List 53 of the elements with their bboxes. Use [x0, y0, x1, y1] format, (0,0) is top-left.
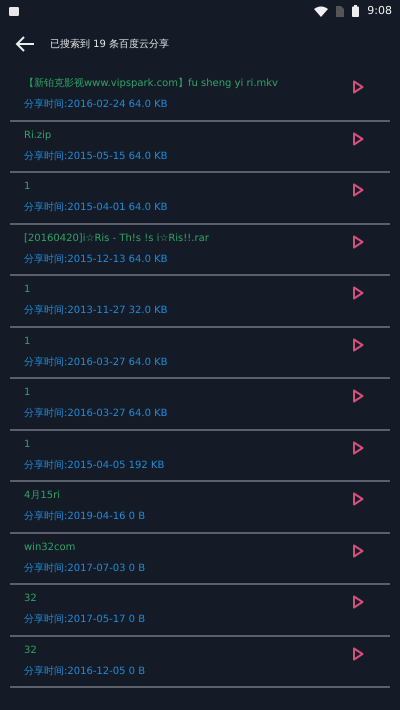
file-name: 1 — [24, 387, 32, 400]
result-row[interactable]: win32com 分享时间:2017-07-03 0 B — [10, 534, 390, 585]
file-name: 1 — [24, 438, 32, 451]
share-info: 分享时间:2016-03-27 64.0 KB — [24, 356, 169, 369]
wifi-icon — [314, 6, 328, 16]
play-icon[interactable] — [352, 234, 364, 248]
battery-icon — [352, 5, 360, 17]
play-icon[interactable] — [352, 492, 364, 506]
file-name: 1 — [24, 181, 32, 194]
play-icon[interactable] — [352, 132, 364, 146]
file-name: 1 — [24, 336, 32, 348]
file-name: 【新铂克影视www.vipspark.com】fu sheng yi ri.mkv — [24, 78, 279, 90]
share-info: 分享时间:2015-05-15 64.0 KB — [24, 150, 169, 163]
share-info: 分享时间:2017-07-03 0 B — [24, 562, 146, 575]
file-name: 4月15ri — [24, 490, 61, 502]
share-info: 分享时间:2015-04-01 64.0 KB — [24, 202, 169, 214]
play-icon[interactable] — [352, 646, 364, 660]
result-row[interactable]: 32 分享时间:2017-05-17 0 B — [10, 585, 390, 636]
share-info: 分享时间:2016-02-24 64.0 KB — [24, 99, 169, 112]
result-row[interactable]: [20160420]i☆Ris - Th!s !s i☆Ris!!.rar 分享时间:2015-12-13 64.0 KB — [10, 224, 390, 276]
share-info: 分享时间:2016-03-27 64.0 KB — [24, 408, 169, 420]
file-name: win32com — [24, 542, 76, 554]
result-row[interactable]: 32 分享时间:2016-12-05 0 B — [10, 636, 390, 688]
play-icon[interactable] — [352, 183, 364, 197]
share-info: 分享时间:2013-11-27 32.0 KB — [24, 305, 169, 318]
play-icon[interactable] — [352, 80, 364, 94]
result-row[interactable]: 1 分享时间:2016-03-27 64.0 KB — [10, 328, 390, 379]
file-name: 1 — [24, 284, 32, 296]
result-row[interactable]: 1 分享时间:2015-04-05 192 KB — [10, 430, 390, 482]
file-name: 32 — [24, 644, 38, 657]
play-icon[interactable] — [352, 544, 364, 558]
back-arrow-icon — [15, 36, 35, 52]
share-info: 分享时间:2017-05-17 0 B — [24, 614, 146, 626]
play-icon[interactable] — [352, 440, 364, 454]
share-info: 分享时间:2019-04-16 0 B — [24, 511, 146, 524]
result-row[interactable]: 1 分享时间:2016-03-27 64.0 KB — [10, 379, 390, 430]
play-icon[interactable] — [352, 338, 364, 352]
file-name: Ri.zip — [24, 130, 52, 142]
play-icon[interactable] — [352, 389, 364, 403]
result-row[interactable]: Ri.zip 分享时间:2015-05-15 64.0 KB — [10, 122, 390, 173]
status-time: 9:08 — [367, 2, 392, 19]
share-info: 分享时间:2016-12-05 0 B — [24, 666, 146, 678]
result-row[interactable]: 1 分享时间:2013-11-27 32.0 KB — [10, 276, 390, 328]
result-row[interactable]: 1 分享时间:2015-04-01 64.0 KB — [10, 173, 390, 224]
file-name: 32 — [24, 593, 38, 606]
play-icon[interactable] — [352, 286, 364, 300]
result-row[interactable]: 4月15ri 分享时间:2019-04-16 0 B — [10, 482, 390, 534]
share-info: 分享时间:2015-12-13 64.0 KB — [24, 254, 169, 266]
share-info: 分享时间:2015-04-05 192 KB — [24, 460, 166, 472]
header-title: 已搜索到 19 条百度云分享 — [50, 38, 170, 52]
file-name: [20160420]i☆Ris - Th!s !s i☆Ris!!.rar — [24, 232, 210, 245]
play-icon[interactable] — [352, 595, 364, 609]
result-row[interactable]: 【新铂克影视www.vipspark.com】fu sheng yi ri.mkv 分享时间:2016-02-24 64.0 KB — [10, 70, 390, 122]
